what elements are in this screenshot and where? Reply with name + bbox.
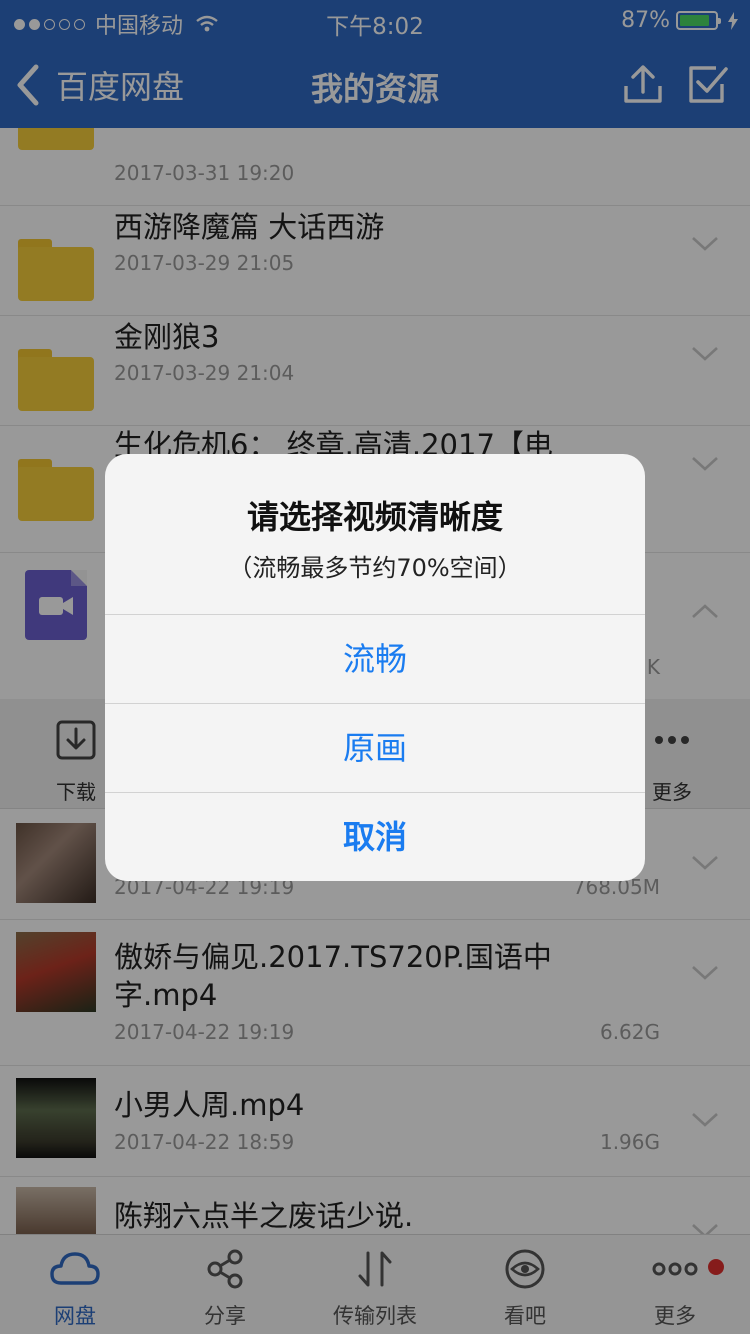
alert-title: 请选择视频清晰度 xyxy=(246,498,503,536)
smooth-quality-button[interactable]: 流畅 xyxy=(105,614,645,703)
alert-message: （流畅最多节约70%空间） xyxy=(228,554,522,582)
original-quality-button[interactable]: 原画 xyxy=(105,703,645,792)
cancel-button[interactable]: 取消 xyxy=(105,792,645,881)
quality-alert-dialog: 请选择视频清晰度 （流畅最多节约70%空间） 流畅 原画 取消 xyxy=(105,454,645,881)
